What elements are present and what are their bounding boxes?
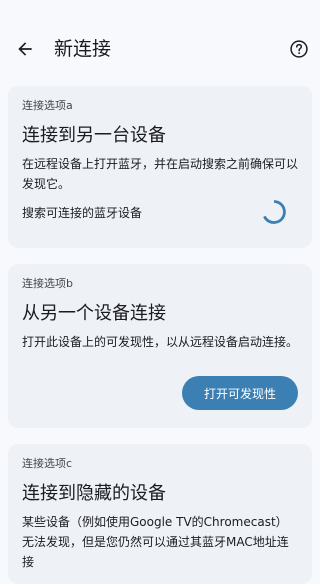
card-description: 打开此设备上的可发现性，以从远程设备启动连接。 [22, 335, 299, 349]
loading-spinner-icon [263, 200, 286, 224]
card-description: 在远程设备上打开蓝牙，并在启动搜索之前确保可以发现它。 [22, 157, 299, 191]
card-heading: 从另一个设备连接 [22, 303, 166, 324]
back-button[interactable] [12, 36, 38, 62]
card-subtitle: 连接选项a [22, 99, 73, 112]
help-circle-icon [290, 40, 308, 58]
search-row: 搜索可连接的蓝牙设备 [22, 198, 298, 226]
connect-option-c-card[interactable]: 连接选项c 连接到隐藏的设备 某些设备（例如使用Google TV的Chrome… [8, 444, 312, 584]
enable-discoverability-button[interactable]: 打开可发现性 [181, 376, 298, 410]
card-subtitle: 连接选项b [22, 277, 73, 290]
card-heading: 连接到另一台设备 [22, 125, 166, 146]
card-subtitle: 连接选项c [22, 457, 73, 470]
connect-option-b-card: 连接选项b 从另一个设备连接 打开此设备上的可发现性，以从远程设备启动连接。 打… [8, 264, 312, 428]
arrow-back-icon [18, 42, 32, 56]
card-heading: 连接到隐藏的设备 [22, 483, 166, 504]
card-description: 某些设备（例如使用Google TV的Chromecast）无法发现，但是您仍然… [22, 515, 289, 569]
help-button[interactable] [288, 38, 310, 60]
search-label: 搜索可连接的蓝牙设备 [22, 205, 143, 220]
app-bar: 新连接 [0, 0, 320, 92]
connect-option-a-card: 连接选项a 连接到另一台设备 在远程设备上打开蓝牙，并在启动搜索之前确保可以发现… [8, 86, 312, 248]
page-title: 新连接 [54, 38, 112, 60]
